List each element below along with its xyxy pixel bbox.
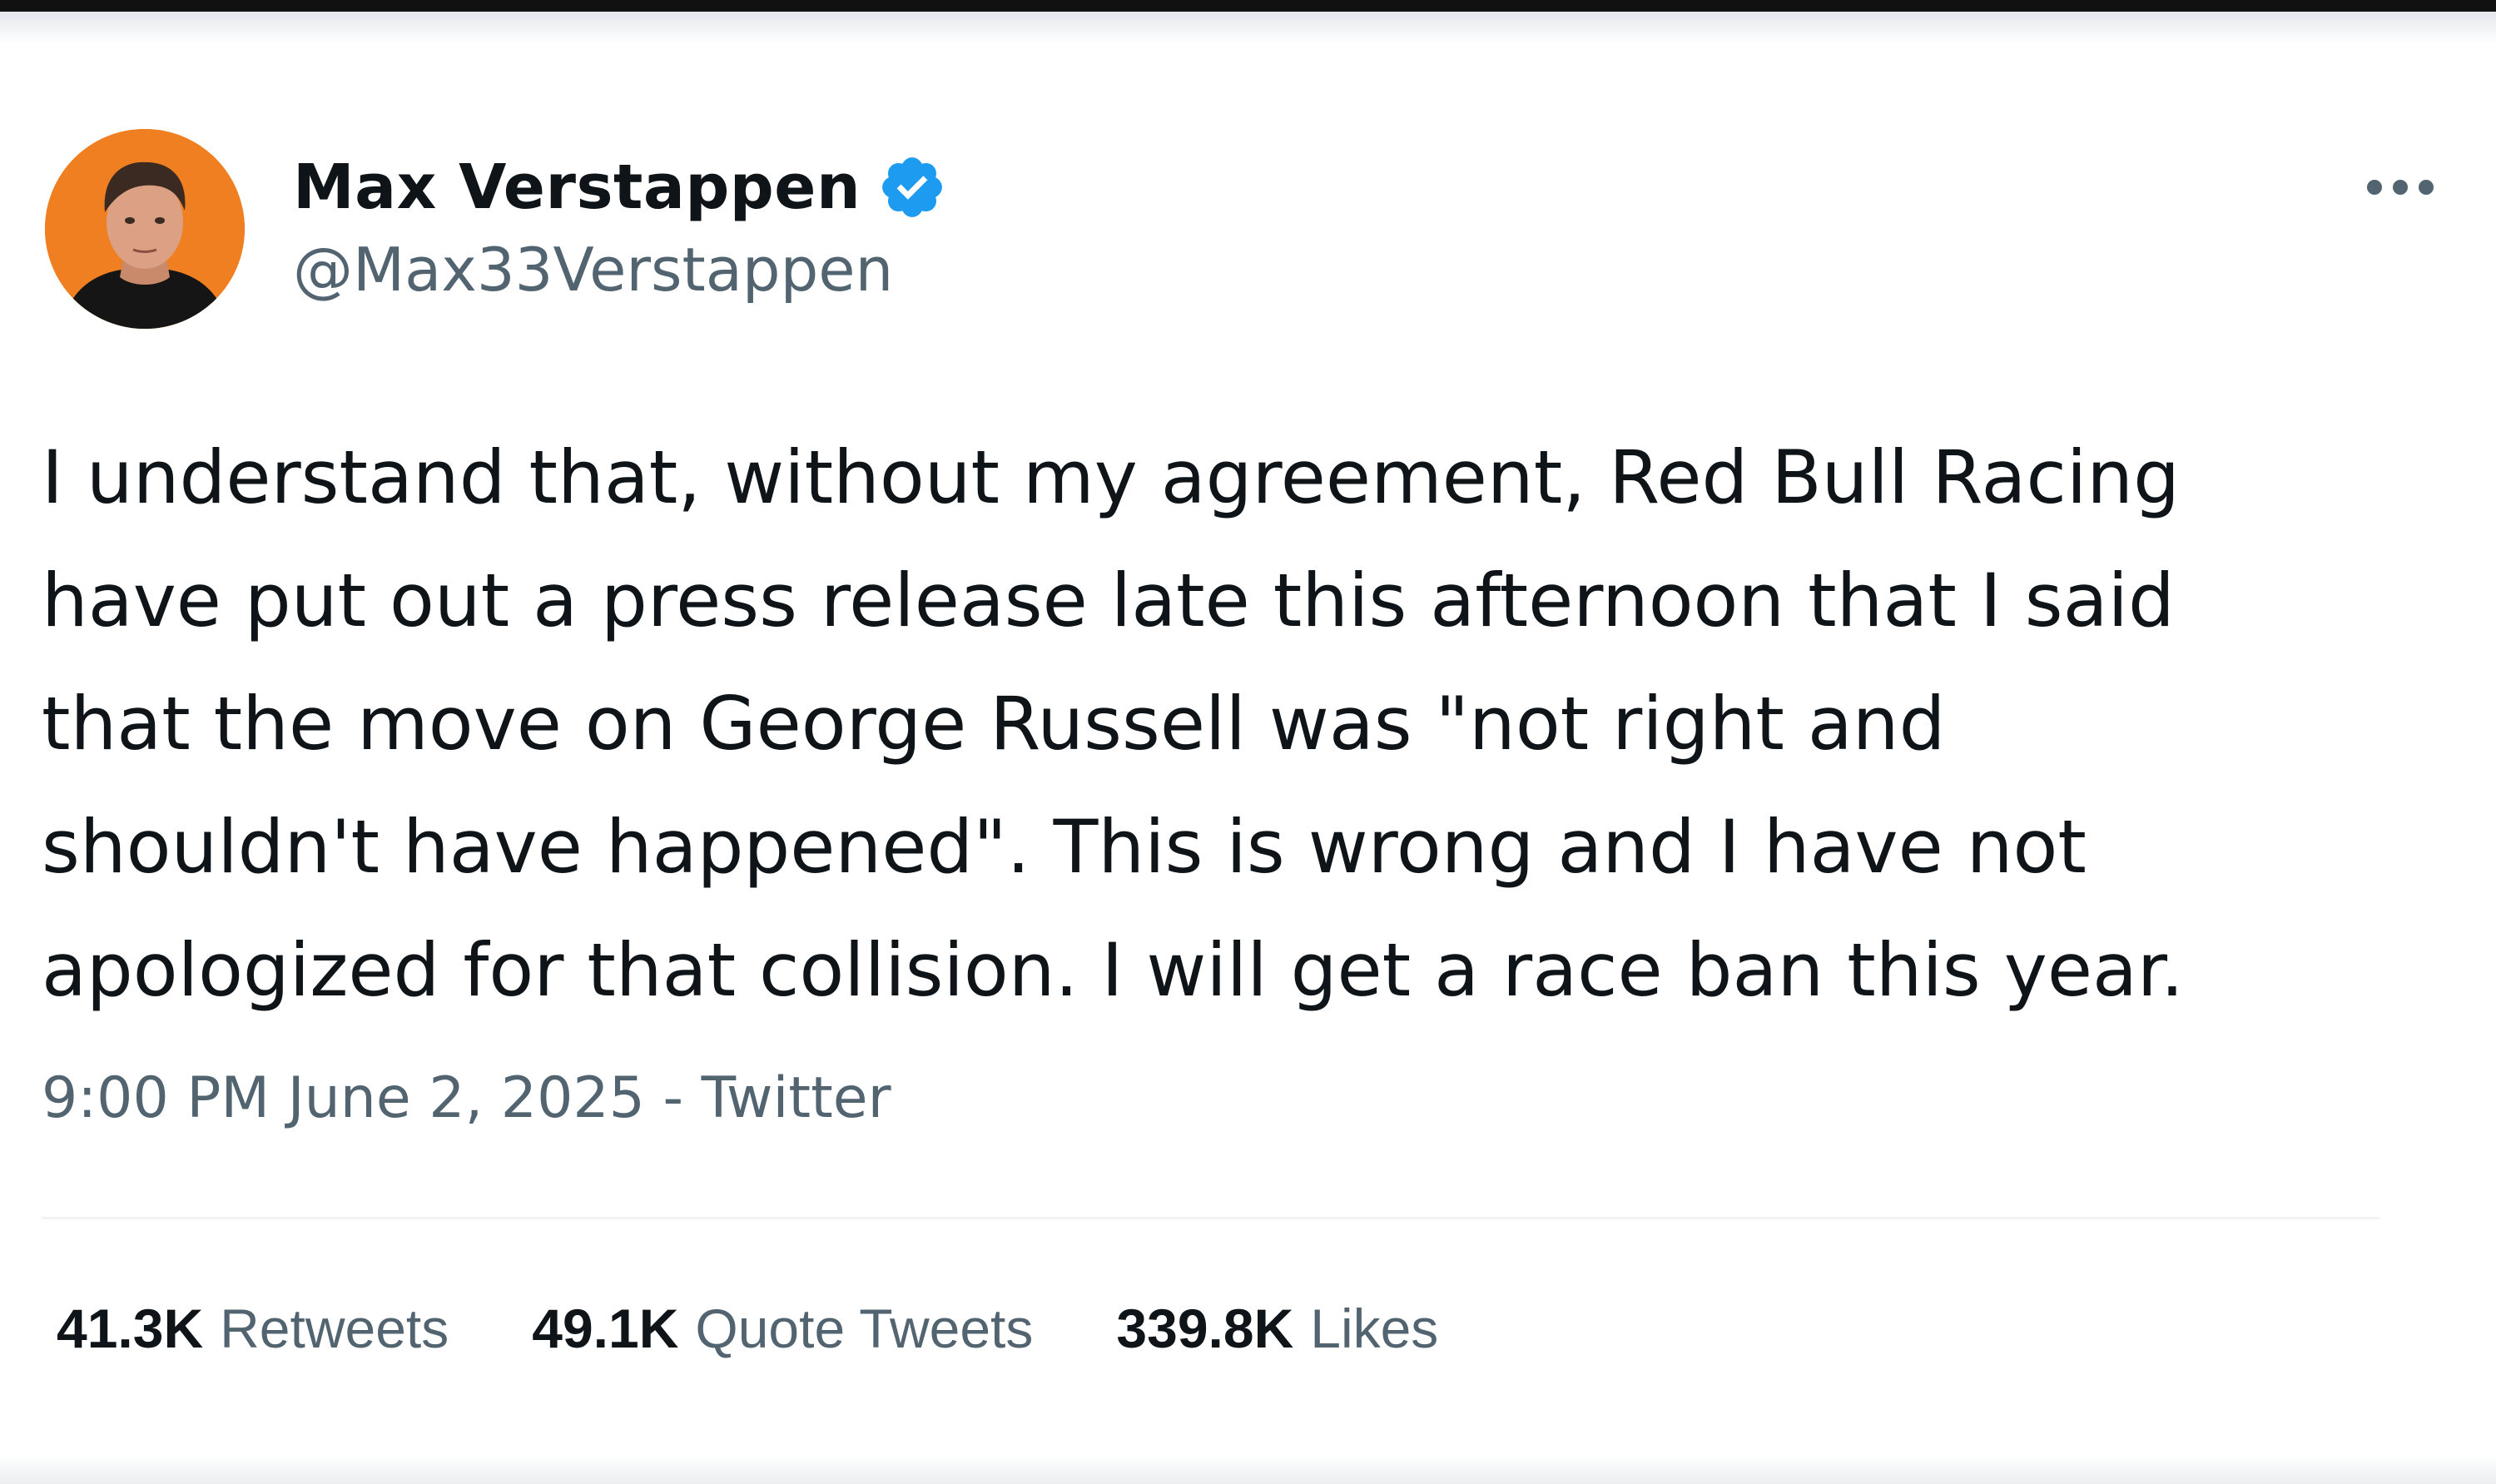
quote-tweets-label: Quote Tweets — [695, 1298, 1034, 1359]
likes-count: 339.8K — [1116, 1298, 1294, 1359]
tweet-text-line: have put out a press release late this a… — [42, 558, 2175, 643]
tweet-source[interactable]: Twitter — [702, 1065, 891, 1131]
likes-stat[interactable]: 339.8K Likes — [1116, 1297, 1438, 1360]
tweet-meta: 9:00 PM June 2, 2025 - Twitter — [42, 1065, 891, 1131]
more-dot — [2393, 180, 2408, 195]
tweet-timestamp[interactable]: 9:00 PM June 2, 2025 — [42, 1065, 645, 1131]
retweets-count: 41.3K — [57, 1298, 204, 1359]
divider — [42, 1217, 2380, 1219]
tweet-text-line: apologized for that collision. I will ge… — [42, 927, 2184, 1013]
verified-badge-icon — [882, 157, 943, 217]
top-edge — [0, 0, 2496, 12]
avatar[interactable] — [45, 129, 245, 329]
author-name-row: Max Verstappen — [293, 146, 947, 229]
retweets-stat[interactable]: 41.3K Retweets — [57, 1297, 449, 1360]
tweet-text-line: that the move on George Russell was "not… — [42, 681, 1946, 767]
tweet-text-line: shouldn't have happened". This is wrong … — [42, 804, 2087, 890]
more-dot — [2419, 180, 2434, 195]
tweet-text: I understand that, without my agreement,… — [42, 416, 2439, 1032]
avatar-portrait-icon — [45, 129, 245, 329]
tweet-screenshot: Max Verstappen @Max33Verstappen I unders… — [0, 0, 2496, 1484]
author-handle[interactable]: @Max33Verstappen — [293, 235, 893, 305]
meta-separator: - — [662, 1065, 702, 1131]
likes-label: Likes — [1310, 1298, 1439, 1359]
display-name[interactable]: Max Verstappen — [293, 151, 861, 223]
quote-tweets-stat[interactable]: 49.1K Quote Tweets — [532, 1297, 1033, 1360]
tweet-text-line: I understand that, without my agreement,… — [42, 434, 2180, 520]
more-dot — [2367, 180, 2382, 195]
bottom-edge — [0, 1455, 2496, 1484]
quote-tweets-count: 49.1K — [532, 1298, 679, 1359]
retweets-label: Retweets — [220, 1298, 449, 1359]
more-options-icon[interactable] — [2367, 175, 2434, 200]
tweet-stats: 41.3K Retweets 49.1K Quote Tweets 339.8K… — [57, 1297, 1521, 1360]
top-edge-fade — [0, 12, 2496, 43]
